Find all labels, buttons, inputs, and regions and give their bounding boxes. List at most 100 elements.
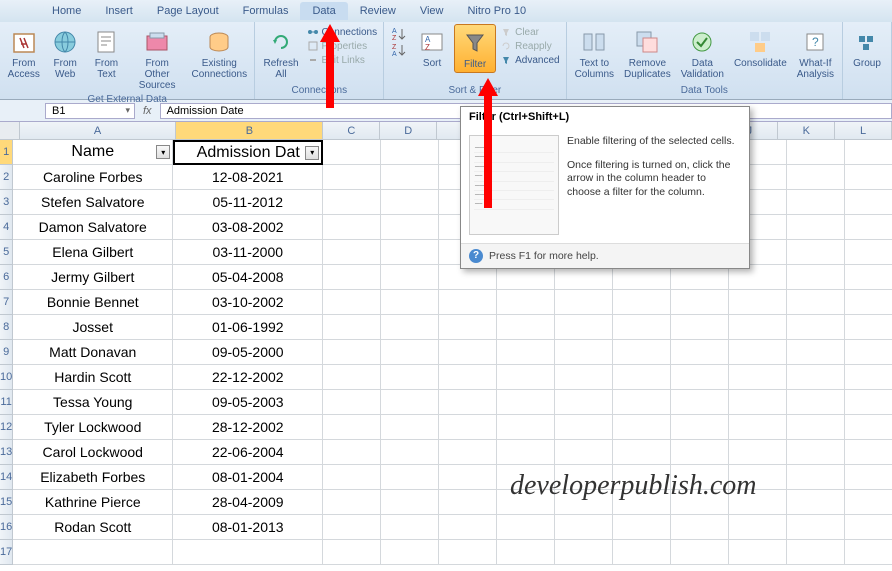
cell[interactable] — [787, 190, 845, 215]
cell[interactable] — [845, 540, 892, 565]
row-header[interactable]: 12 — [0, 415, 13, 440]
cell[interactable] — [439, 515, 497, 540]
cell[interactable] — [845, 440, 892, 465]
row-header[interactable]: 2 — [0, 165, 13, 190]
group-button[interactable]: Group — [847, 24, 887, 71]
cell[interactable] — [613, 415, 671, 440]
cell[interactable] — [845, 465, 892, 490]
cell[interactable] — [323, 240, 381, 265]
cell[interactable] — [381, 140, 439, 165]
cell[interactable]: 03-08-2002 — [173, 215, 323, 240]
cell[interactable] — [439, 390, 497, 415]
cell[interactable]: 08-01-2013 — [173, 515, 323, 540]
cell[interactable]: Admission Dat▾ — [173, 140, 323, 165]
cell[interactable] — [381, 315, 439, 340]
filter-dropdown-button[interactable]: ▾ — [156, 145, 170, 159]
cell[interactable]: Carol Lockwood — [13, 440, 173, 465]
cell[interactable]: Hardin Scott — [13, 365, 173, 390]
cell[interactable] — [323, 365, 381, 390]
cell[interactable] — [323, 540, 381, 565]
reapply-button[interactable]: Reapply — [500, 40, 559, 52]
row-header[interactable]: 7 — [0, 290, 13, 315]
cell[interactable]: 03-11-2000 — [173, 240, 323, 265]
cell[interactable]: Matt Donavan — [13, 340, 173, 365]
cell[interactable] — [323, 490, 381, 515]
row-header[interactable]: 8 — [0, 315, 13, 340]
cell[interactable] — [555, 515, 613, 540]
cell[interactable] — [671, 340, 729, 365]
row-header[interactable]: 11 — [0, 390, 13, 415]
cell[interactable] — [381, 540, 439, 565]
cell[interactable]: 22-06-2004 — [173, 440, 323, 465]
cell[interactable] — [555, 440, 613, 465]
cell[interactable]: 05-04-2008 — [173, 265, 323, 290]
cell[interactable] — [381, 390, 439, 415]
filter-button[interactable]: Filter — [454, 24, 496, 73]
cell[interactable] — [381, 365, 439, 390]
properties-button[interactable]: Properties — [307, 40, 378, 52]
cell[interactable] — [323, 215, 381, 240]
cell[interactable] — [613, 540, 671, 565]
from-text-button[interactable]: From Text — [87, 24, 126, 82]
cell[interactable]: Tyler Lockwood — [13, 415, 173, 440]
cell[interactable] — [787, 290, 845, 315]
cell[interactable] — [845, 340, 892, 365]
cell[interactable] — [787, 465, 845, 490]
text-to-columns-button[interactable]: Text to Columns — [571, 24, 618, 82]
cell[interactable] — [845, 515, 892, 540]
cell[interactable] — [439, 415, 497, 440]
cell[interactable] — [497, 340, 555, 365]
row-header[interactable]: 3 — [0, 190, 13, 215]
cell[interactable]: Elizabeth Forbes — [13, 465, 173, 490]
cell[interactable] — [323, 390, 381, 415]
data-validation-button[interactable]: Data Validation — [677, 24, 728, 82]
cell[interactable] — [323, 315, 381, 340]
cell[interactable] — [845, 365, 892, 390]
cell[interactable] — [439, 290, 497, 315]
cell[interactable]: 08-01-2004 — [173, 465, 323, 490]
cell[interactable]: Damon Salvatore — [13, 215, 173, 240]
cell[interactable] — [729, 540, 787, 565]
col-header-l[interactable]: L — [835, 122, 892, 140]
cell[interactable] — [323, 165, 381, 190]
cell[interactable] — [787, 215, 845, 240]
cell[interactable] — [787, 265, 845, 290]
cell[interactable] — [323, 440, 381, 465]
sort-az-icon[interactable]: AZ — [390, 26, 408, 42]
tab-nitro[interactable]: Nitro Pro 10 — [455, 2, 538, 20]
cell[interactable]: Josset — [13, 315, 173, 340]
connections-button[interactable]: Connections — [307, 26, 378, 38]
whatif-button[interactable]: ?What-If Analysis — [793, 24, 838, 82]
cell[interactable]: 09-05-2000 — [173, 340, 323, 365]
row-header[interactable]: 13 — [0, 440, 13, 465]
existing-connections-button[interactable]: Existing Connections — [188, 24, 250, 82]
from-web-button[interactable]: From Web — [46, 24, 85, 82]
cell[interactable] — [381, 340, 439, 365]
cell[interactable] — [381, 240, 439, 265]
cell[interactable] — [381, 415, 439, 440]
from-access-button[interactable]: From Access — [4, 24, 44, 82]
cell[interactable] — [845, 190, 892, 215]
row-header[interactable]: 15 — [0, 490, 13, 515]
cell[interactable] — [323, 415, 381, 440]
sort-button[interactable]: AZSort — [412, 24, 452, 71]
cell[interactable]: Tessa Young — [13, 390, 173, 415]
cell[interactable] — [845, 240, 892, 265]
cell[interactable] — [671, 365, 729, 390]
cell[interactable] — [787, 440, 845, 465]
cell[interactable] — [381, 165, 439, 190]
cell[interactable] — [613, 390, 671, 415]
tab-formulas[interactable]: Formulas — [231, 2, 301, 20]
cell[interactable] — [845, 290, 892, 315]
cell[interactable] — [381, 215, 439, 240]
cell[interactable] — [613, 440, 671, 465]
cell[interactable] — [729, 365, 787, 390]
cell[interactable] — [671, 415, 729, 440]
fx-label[interactable]: fx — [135, 105, 160, 117]
cell[interactable] — [845, 315, 892, 340]
from-other-button[interactable]: From Other Sources — [128, 24, 186, 93]
cell[interactable] — [555, 390, 613, 415]
cell[interactable] — [381, 465, 439, 490]
cell[interactable] — [787, 540, 845, 565]
cell[interactable] — [671, 515, 729, 540]
